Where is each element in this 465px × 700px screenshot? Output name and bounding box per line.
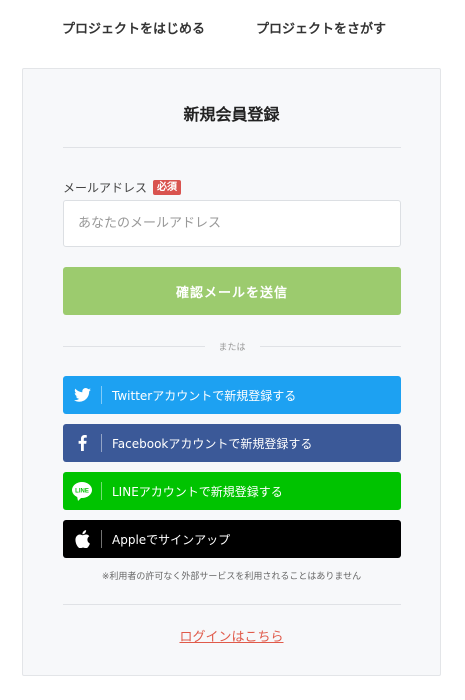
twitter-signup-label: Twitterアカウントで新規登録する [112,388,297,403]
line-logo-icon: LINE [63,472,101,510]
email-field[interactable] [63,200,401,247]
or-separator: または [63,339,402,353]
nav-start-project-link[interactable]: プロジェクトをはじめる [62,18,205,37]
nav-find-project-link[interactable]: プロジェクトをさがす [256,18,386,37]
email-label-row: メールアドレス 必須 [63,179,182,196]
apple-signup-button[interactable]: Appleでサインアップ [63,520,401,558]
email-label: メールアドレス [63,181,148,195]
or-line-right [259,345,402,347]
twitter-signup-button[interactable]: Twitterアカウントで新規登録する [63,376,401,414]
login-link-row: ログインはこちら [23,626,440,645]
or-line-left [63,345,205,347]
facebook-signup-button[interactable]: Facebookアカウントで新規登録する [63,424,401,462]
line-separator [101,482,102,500]
top-navigation: プロジェクトをはじめる プロジェクトをさがす [0,18,465,38]
svg-text:LINE: LINE [75,488,89,494]
page-title: 新規会員登録 [183,105,280,124]
facebook-signup-label: Facebookアカウントで新規登録する [112,436,313,451]
footer-divider [63,604,401,605]
privacy-disclaimer: ※利用者の許可なく外部サービスを利用されることはありません [101,572,362,582]
apple-separator [101,530,102,548]
line-signup-button[interactable]: LINE LINEアカウントで新規登録する [63,472,401,510]
facebook-separator [101,434,102,452]
apple-logo-icon [63,520,101,558]
facebook-f-icon [63,424,101,462]
or-text: または [218,342,246,353]
signup-card: 新規会員登録 メールアドレス 必須 確認メールを送信 または Twitterアカ… [22,68,441,676]
title-divider [63,147,401,148]
twitter-bird-icon [63,376,101,414]
twitter-separator [101,386,102,404]
send-confirmation-email-button[interactable]: 確認メールを送信 [63,267,401,315]
required-badge: 必須 [153,180,182,195]
login-link[interactable]: ログインはこちら [179,630,283,645]
apple-signup-label: Appleでサインアップ [112,532,231,547]
line-signup-label: LINEアカウントで新規登録する [112,484,283,499]
